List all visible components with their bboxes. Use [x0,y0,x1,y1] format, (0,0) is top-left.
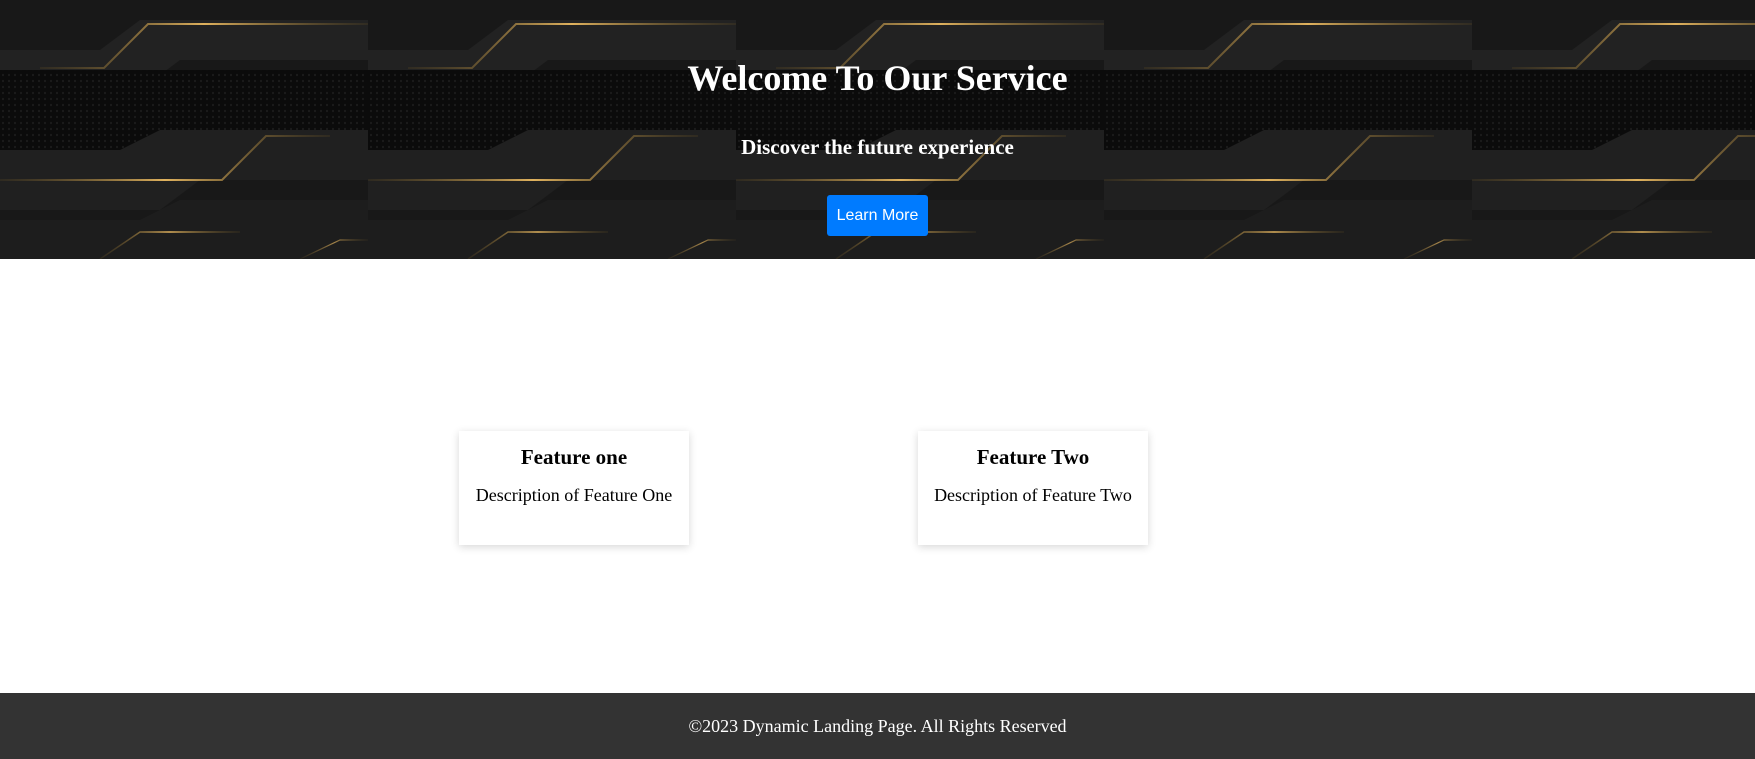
feature-card-title: Feature one [520,445,628,469]
hero-section: Welcome To Our Service Discover the futu… [0,0,1755,259]
hero-content: Welcome To Our Service Discover the futu… [0,0,1755,259]
feature-card-title: Feature Two [976,445,1090,469]
hero-title: Welcome To Our Service [687,58,1068,98]
hero-subtitle: Discover the future experience [741,135,1014,159]
feature-card-one: Feature one Description of Feature One [459,431,689,545]
feature-card-two: Feature Two Description of Feature Two [918,431,1148,545]
footer-copyright: ©2023 Dynamic Landing Page. All Rights R… [688,716,1067,736]
feature-card-description: Description of Feature One [475,485,673,505]
learn-more-button[interactable]: Learn More [827,195,928,236]
feature-card-description: Description of Feature Two [934,485,1132,505]
footer: ©2023 Dynamic Landing Page. All Rights R… [0,693,1755,759]
features-section: Feature one Description of Feature One F… [0,259,1755,693]
